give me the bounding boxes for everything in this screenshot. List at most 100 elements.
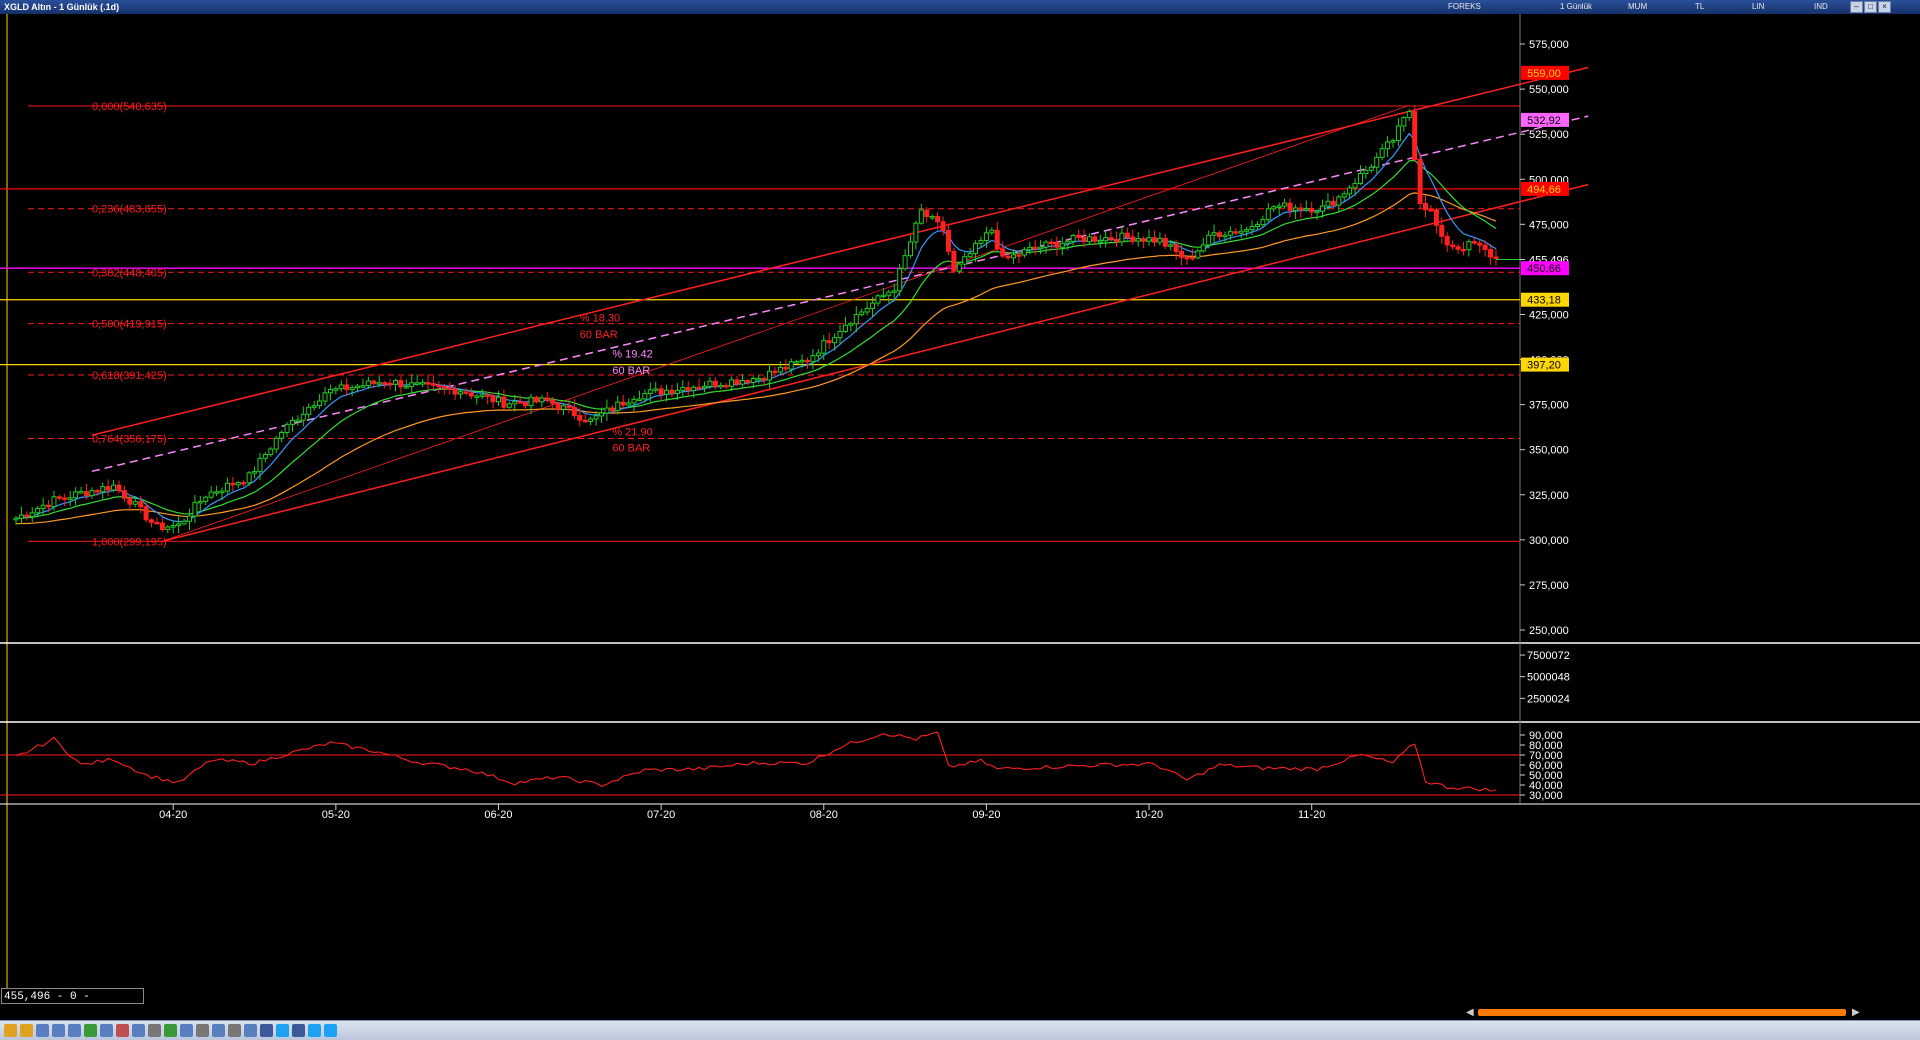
candle-body: [631, 398, 637, 404]
candle-body: [235, 482, 241, 486]
indicator-menu[interactable]: IND: [1814, 1, 1828, 12]
scroll-right-icon[interactable]: ▶: [1852, 1006, 1860, 1019]
x-tick-label: 08-20: [810, 809, 838, 821]
share-icon[interactable]: [244, 1024, 257, 1037]
candle-body: [376, 382, 382, 385]
candle-body: [501, 396, 507, 408]
twitter-icon[interactable]: [308, 1024, 321, 1037]
candle-body: [756, 377, 762, 381]
candle-body: [1016, 254, 1022, 257]
save-icon[interactable]: [132, 1024, 145, 1037]
candle-body: [224, 482, 230, 492]
candle-body: [1119, 232, 1125, 243]
candle-body: [1493, 256, 1499, 259]
candle-body: [826, 340, 832, 344]
candle-body: [1482, 244, 1488, 250]
volume-tick-label: 2500024: [1527, 693, 1570, 705]
facebook-icon[interactable]: [260, 1024, 273, 1037]
lock-icon[interactable]: [228, 1024, 241, 1037]
candle-body: [398, 380, 404, 388]
minimize-icon[interactable]: –: [1850, 1, 1863, 13]
candle-body: [1086, 236, 1092, 243]
candle-body: [35, 507, 41, 514]
candle-body: [913, 222, 919, 243]
candle-body: [203, 496, 209, 502]
candle-body: [1043, 241, 1049, 248]
period-select[interactable]: 1 Günlük: [1560, 1, 1592, 12]
chart-scrollbar[interactable]: ◀ ▶: [0, 1006, 1920, 1019]
close-icon[interactable]: ×: [1878, 1, 1891, 13]
candle-body: [1005, 255, 1011, 259]
candle-body: [1162, 237, 1168, 247]
scroll-left-icon[interactable]: ◀: [1466, 1006, 1474, 1019]
candle-body: [1439, 224, 1445, 237]
currency-select[interactable]: TL: [1695, 1, 1704, 12]
zoom-out-icon[interactable]: [52, 1024, 65, 1037]
price-flag-label: 433,18: [1527, 295, 1561, 307]
candle-body: [1271, 206, 1277, 210]
settings-icon[interactable]: [196, 1024, 209, 1037]
candle-body: [56, 496, 62, 499]
candle-body: [1325, 200, 1331, 207]
candle-body: [1395, 125, 1401, 142]
zoom-in-icon[interactable]: [36, 1024, 49, 1037]
candle-body: [674, 389, 680, 394]
candle-body: [761, 377, 767, 381]
candle-body: [550, 399, 556, 405]
candle-body: [1466, 241, 1472, 251]
candle-body: [430, 383, 436, 386]
print-icon[interactable]: [148, 1024, 161, 1037]
candle-body: [474, 395, 480, 398]
candle-body: [306, 406, 312, 415]
candle-body: [577, 415, 583, 421]
search-icon[interactable]: [68, 1024, 81, 1037]
candle-body: [1287, 202, 1293, 211]
price-flag-label: 450,66: [1527, 263, 1561, 275]
copy-icon[interactable]: [180, 1024, 193, 1037]
scroll-thumb[interactable]: [1478, 1009, 1846, 1016]
candle-body: [371, 380, 377, 385]
twitter-icon[interactable]: [276, 1024, 289, 1037]
y-tick-label: 375,000: [1529, 400, 1569, 412]
candle-body: [1238, 230, 1244, 234]
price-flag-label: 532,92: [1527, 115, 1561, 127]
candle-body: [1011, 254, 1017, 259]
candle-body: [750, 377, 756, 383]
brand-label[interactable]: FOREKS: [1448, 1, 1481, 12]
candle-body: [149, 519, 155, 523]
x-tick-label: 05-20: [322, 809, 350, 821]
chart-canvas[interactable]: 0,000(540,635) 0,236(483,655) 0,382(448,40…: [0, 14, 1920, 1006]
draw-icon[interactable]: [116, 1024, 129, 1037]
candle-body: [777, 366, 783, 373]
grid-icon[interactable]: [100, 1024, 113, 1037]
forward-icon[interactable]: [20, 1024, 33, 1037]
price-flag-label: 559,00: [1527, 68, 1561, 80]
help-icon[interactable]: [212, 1024, 225, 1037]
chart-icon[interactable]: [84, 1024, 97, 1037]
candle-body: [523, 402, 529, 407]
candle-body: [111, 484, 117, 491]
candle-body: [197, 500, 203, 504]
candle-body: [669, 389, 675, 394]
status-readout: 455,496 - 0 - 14:16:31: [1, 988, 144, 1019]
maximize-icon[interactable]: □: [1864, 1, 1877, 13]
export-icon[interactable]: [164, 1024, 177, 1037]
candle-body: [495, 396, 501, 403]
candle-body: [1097, 240, 1103, 243]
candle-body: [1000, 248, 1006, 257]
chart-style-select[interactable]: MUM: [1628, 1, 1647, 12]
candle-body: [105, 486, 111, 491]
annotation-label: 60 BAR: [612, 442, 650, 454]
facebook-icon[interactable]: [292, 1024, 305, 1037]
candle-body: [799, 359, 805, 363]
scale-select[interactable]: LIN: [1752, 1, 1764, 12]
candle-body: [566, 405, 572, 408]
candle-body: [1368, 166, 1374, 171]
candle-body: [409, 382, 415, 387]
candle-body: [425, 382, 431, 385]
candle-body: [447, 387, 453, 390]
candle-body: [186, 515, 192, 522]
info-icon[interactable]: [324, 1024, 337, 1037]
candle-body: [647, 389, 653, 394]
back-icon[interactable]: [4, 1024, 17, 1037]
